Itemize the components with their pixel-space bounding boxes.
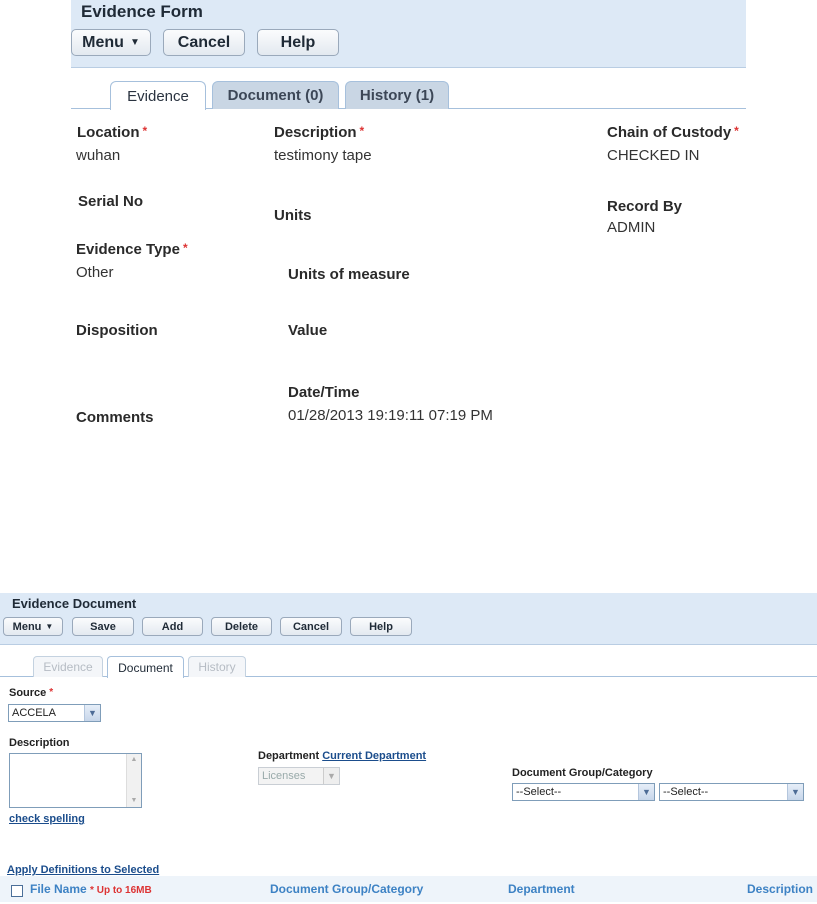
menu-button[interactable]: Menu ▼ bbox=[71, 29, 151, 56]
doc-category-select-value: --Select-- bbox=[663, 786, 709, 798]
description-column-header[interactable]: Description bbox=[747, 882, 813, 896]
menu-caret-icon: ▼ bbox=[129, 37, 140, 48]
group-column-header[interactable]: Document Group/Category bbox=[270, 882, 423, 896]
source-select-value: ACCELA bbox=[12, 707, 57, 719]
chevron-down-icon: ▼ bbox=[84, 705, 100, 721]
evidence-form-header: Evidence Form Menu ▼ Cancel Help bbox=[71, 0, 746, 68]
doc-tab-history[interactable]: History bbox=[188, 656, 246, 677]
units-of-measure-label: Units of measure bbox=[288, 266, 410, 283]
required-marker: * bbox=[359, 124, 365, 138]
location-value: wuhan bbox=[76, 147, 121, 164]
chevron-down-icon: ▼ bbox=[323, 768, 339, 784]
tab-evidence[interactable]: Evidence bbox=[110, 81, 206, 110]
doc-cancel-button[interactable]: Cancel bbox=[280, 617, 342, 636]
required-marker: * bbox=[182, 241, 188, 255]
value-label: Value bbox=[288, 322, 328, 339]
doc-menu-caret-icon: ▼ bbox=[45, 622, 54, 631]
source-label: Source * bbox=[9, 687, 54, 699]
chevron-down-icon: ▼ bbox=[638, 784, 654, 800]
record-by-value: ADMIN bbox=[607, 219, 656, 236]
evidence-type-value: Other bbox=[76, 264, 114, 281]
doc-tab-evidence[interactable]: Evidence bbox=[33, 656, 103, 677]
date-time-label: Date/Time bbox=[288, 384, 360, 401]
required-marker: * bbox=[49, 687, 54, 698]
description-label: Description * bbox=[274, 124, 365, 141]
menu-button-label: Menu bbox=[82, 33, 124, 51]
date-time-value: 01/28/2013 19:19:11 07:19 PM bbox=[288, 407, 493, 424]
save-button[interactable]: Save bbox=[72, 617, 134, 636]
doc-menu-button[interactable]: Menu ▼ bbox=[3, 617, 63, 636]
scroll-down-icon: ▼ bbox=[130, 797, 138, 804]
units-label: Units bbox=[274, 207, 312, 224]
doc-tab-document[interactable]: Document bbox=[107, 656, 184, 678]
page-title: Evidence Form bbox=[81, 2, 203, 21]
doc-help-button[interactable]: Help bbox=[350, 617, 412, 636]
check-spelling-link[interactable]: check spelling bbox=[9, 813, 85, 825]
delete-button[interactable]: Delete bbox=[211, 617, 272, 636]
document-table-header: File Name * Up to 16MB Document Group/Ca… bbox=[0, 876, 817, 902]
doc-category-select[interactable]: --Select-- ▼ bbox=[659, 783, 804, 801]
chevron-down-icon: ▼ bbox=[787, 784, 803, 800]
department-select: Licenses ▼ bbox=[258, 767, 340, 785]
tab-document[interactable]: Document (0) bbox=[212, 81, 339, 109]
scroll-up-icon: ▲ bbox=[130, 756, 138, 763]
doc-menu-label: Menu bbox=[12, 620, 42, 633]
current-department-link[interactable]: Current Department bbox=[322, 750, 426, 762]
department-select-value: Licenses bbox=[262, 770, 306, 782]
doc-description-label: Description bbox=[9, 737, 70, 749]
doc-group-label: Document Group/Category bbox=[512, 767, 653, 779]
record-by-label: Record By bbox=[607, 198, 683, 215]
disposition-label: Disposition bbox=[76, 322, 158, 339]
serial-no-label: Serial No bbox=[78, 193, 144, 210]
description-value: testimony tape bbox=[274, 147, 372, 164]
chain-of-custody-label: Chain of Custody * bbox=[607, 124, 739, 141]
doc-group-select-value: --Select-- bbox=[516, 786, 562, 798]
department-label: Department Current Department bbox=[258, 750, 427, 762]
cancel-button[interactable]: Cancel bbox=[163, 29, 245, 56]
required-marker: * bbox=[734, 124, 739, 138]
evidence-document-header: Evidence Document Menu ▼ Save Add Delete… bbox=[0, 593, 817, 645]
document-panel-title: Evidence Document bbox=[12, 596, 137, 611]
evidence-type-label: Evidence Type * bbox=[76, 241, 188, 258]
department-column-header[interactable]: Department bbox=[508, 882, 575, 896]
chain-of-custody-value: CHECKED IN bbox=[607, 147, 700, 164]
location-label: Location * bbox=[77, 124, 148, 141]
tab-history[interactable]: History (1) bbox=[345, 81, 449, 109]
file-name-column-header[interactable]: File Name * Up to 16MB bbox=[30, 882, 152, 896]
file-size-note: * Up to 16MB bbox=[90, 885, 152, 896]
add-button[interactable]: Add bbox=[142, 617, 203, 636]
source-select[interactable]: ACCELA ▼ bbox=[8, 704, 101, 722]
select-all-checkbox[interactable] bbox=[11, 885, 23, 897]
comments-label: Comments bbox=[76, 409, 154, 426]
doc-description-textarea[interactable]: ▲ ▼ bbox=[9, 753, 142, 808]
apply-definitions-link[interactable]: Apply Definitions to Selected bbox=[7, 864, 159, 876]
required-marker: * bbox=[142, 124, 148, 138]
doc-group-select[interactable]: --Select-- ▼ bbox=[512, 783, 655, 801]
textarea-scrollbar[interactable]: ▲ ▼ bbox=[126, 754, 141, 807]
help-button[interactable]: Help bbox=[257, 29, 339, 56]
